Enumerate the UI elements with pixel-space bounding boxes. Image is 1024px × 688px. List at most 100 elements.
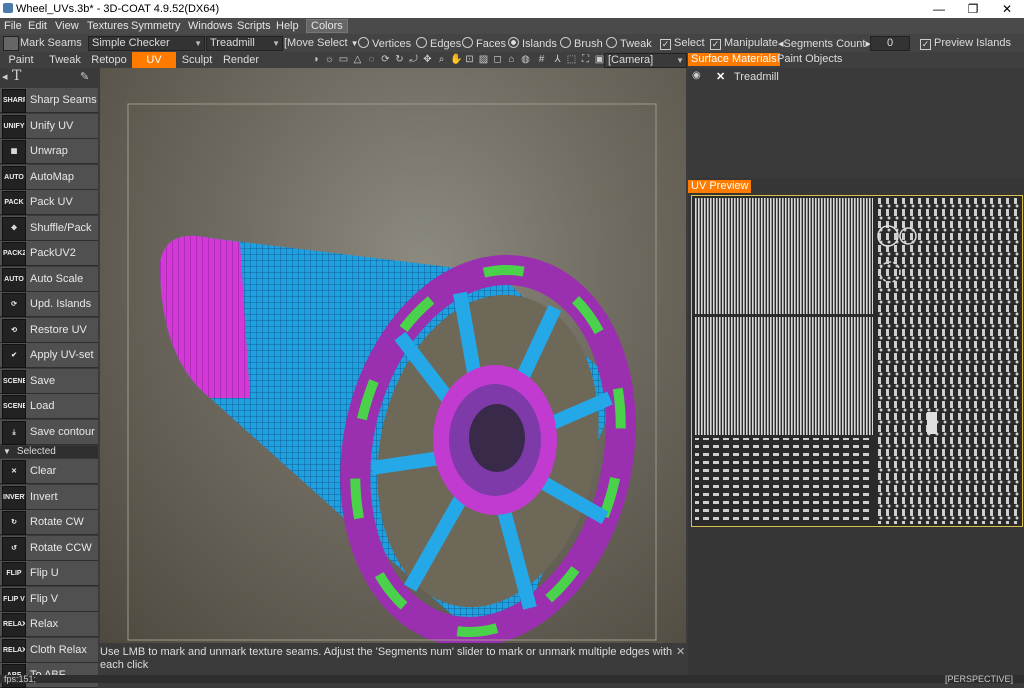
- tab-sculpt[interactable]: Sculpt: [178, 52, 216, 68]
- tool-button-restore-uv[interactable]: ⟲ Restore UV: [0, 317, 98, 343]
- tool-button-unwrap[interactable]: ▦ Unwrap: [0, 139, 98, 164]
- tool-label: Save contour: [30, 425, 95, 438]
- selected-section-header[interactable]: ▼ Selected: [0, 446, 98, 458]
- pan-icon[interactable]: ✋: [450, 54, 462, 65]
- transform-icon[interactable]: ⟳: [380, 54, 391, 65]
- tool-button-apply-uv-set[interactable]: ✔ Apply UV-set: [0, 343, 98, 368]
- tool-button-packuv2[interactable]: PACK2 PackUV2: [0, 241, 98, 266]
- load-icon: SCENE: [2, 395, 26, 419]
- uv-preview-canvas[interactable]: [691, 195, 1023, 527]
- radio-brush[interactable]: Brush: [560, 37, 603, 50]
- tool-button-automap[interactable]: AUTO MAP AutoMap: [0, 164, 98, 190]
- grid-icon[interactable]: #: [536, 54, 547, 65]
- checkbox-select[interactable]: ✓ Select: [660, 37, 705, 50]
- tool-button-save-contour[interactable]: ⤓ Save contour: [0, 419, 98, 445]
- tool-button-flip-u[interactable]: FLIP U Flip U: [0, 561, 98, 586]
- layer-name[interactable]: Treadmill: [734, 71, 779, 83]
- move-icon[interactable]: ✥: [422, 54, 433, 65]
- checker-dropdown[interactable]: Simple Checker ▼: [88, 36, 205, 51]
- camera-dropdown[interactable]: [Camera] ▼: [604, 53, 687, 68]
- menu-view[interactable]: View: [55, 20, 79, 32]
- relax-icon: RELAX: [2, 613, 26, 637]
- tab-render[interactable]: Render: [220, 52, 262, 68]
- checkbox-manipulate[interactable]: ✓ Manipulate: [710, 37, 778, 50]
- cube-icon[interactable]: ◻: [492, 54, 503, 65]
- shading-icon[interactable]: ◑: [310, 54, 321, 65]
- radio-icon: [560, 37, 571, 48]
- uv-preview-tab[interactable]: UV Preview: [688, 180, 752, 193]
- rotate-view-icon[interactable]: ⤾: [408, 54, 419, 65]
- axis-icon[interactable]: ⅄: [552, 54, 563, 65]
- segments-count-input[interactable]: 0: [870, 36, 910, 51]
- fullscreen-icon[interactable]: ⛶: [580, 54, 591, 65]
- 3d-viewport[interactable]: [100, 68, 686, 643]
- tab-retopo[interactable]: Retopo: [88, 52, 130, 68]
- radio-edges[interactable]: Edges: [416, 37, 461, 50]
- radio-islands[interactable]: Islands: [508, 37, 557, 50]
- radio-vertices[interactable]: Vertices: [358, 37, 411, 50]
- tool-button-shuffle-pack[interactable]: ✥ Shuffle/Pack: [0, 215, 98, 241]
- tool-button-rotate-cw[interactable]: ↻ Rotate CW: [0, 510, 98, 535]
- menu-file[interactable]: File: [4, 20, 22, 32]
- tool-button-relax[interactable]: RELAX Relax: [0, 612, 98, 637]
- rotate-icon[interactable]: ↻: [394, 54, 405, 65]
- radio-tweak[interactable]: Tweak: [606, 37, 652, 50]
- tab-uv[interactable]: UV: [132, 52, 176, 68]
- tab-surface-materials[interactable]: Surface Materials: [688, 53, 780, 66]
- check-icon: ✓: [710, 39, 721, 50]
- tool-button-auto-scale[interactable]: AUTO Auto Scale: [0, 266, 98, 292]
- uv-tool-panel: ◂ T ✎ SHARP Sharp Seams UNIFY Unify UV ▦ Unwr…: [0, 68, 98, 688]
- menu-symmetry[interactable]: Symmetry: [131, 20, 181, 32]
- zoom-icon[interactable]: ⌕: [436, 54, 447, 65]
- eye-icon[interactable]: ◉: [692, 70, 701, 81]
- tab-paint-objects[interactable]: Paint Objects: [774, 53, 845, 66]
- sphere-icon[interactable]: ◍: [520, 54, 531, 65]
- tool-button-save[interactable]: SCENE Save: [0, 368, 98, 394]
- tool-button-invert[interactable]: INVERT Invert: [0, 484, 98, 510]
- image-icon[interactable]: ▨: [478, 54, 489, 65]
- check-icon: ✓: [920, 39, 931, 50]
- tab-paint[interactable]: Paint: [0, 52, 42, 68]
- maximize-button[interactable]: ❐: [956, 0, 990, 18]
- tool-label: Sharp Seams: [30, 94, 97, 106]
- tool-button-pack-uv[interactable]: PACK Pack UV: [0, 190, 98, 215]
- tool-button-cloth-relax[interactable]: RELAX Cloth Relax: [0, 637, 98, 663]
- zoom-box-icon[interactable]: ⊡: [464, 54, 475, 65]
- pencil-icon[interactable]: ✎: [80, 70, 89, 83]
- light-icon[interactable]: ☼: [324, 54, 335, 65]
- menu-windows[interactable]: Windows: [188, 20, 233, 32]
- tool-button-upd-islands[interactable]: ⟳ Upd. Islands: [0, 292, 98, 317]
- tool-button-rotate-ccw[interactable]: ↺ Rotate CCW: [0, 535, 98, 561]
- lasso-icon[interactable]: ◌: [366, 54, 377, 65]
- box-icon[interactable]: ⬚: [566, 54, 577, 65]
- home-icon[interactable]: ⌂: [506, 54, 517, 65]
- menu-textures[interactable]: Textures: [87, 20, 129, 32]
- close-button[interactable]: ✕: [990, 0, 1024, 18]
- text-tool-icon[interactable]: T: [12, 68, 21, 84]
- close-hint-icon[interactable]: ✕: [676, 646, 685, 659]
- checkbox-preview-islands[interactable]: ✓ Preview Islands: [920, 37, 1011, 50]
- tool-mark-seams[interactable]: Mark Seams: [20, 37, 82, 49]
- tool-label: Rotate CW: [30, 516, 84, 528]
- frame-icon[interactable]: ▭: [338, 54, 349, 65]
- tool-button-flip-v[interactable]: FLIP V Flip V: [0, 586, 98, 612]
- checkbox-label: Select: [674, 37, 705, 49]
- object-dropdown[interactable]: Treadmill ▼: [206, 36, 283, 51]
- radio-faces[interactable]: Faces: [462, 37, 506, 50]
- menu-scripts[interactable]: Scripts: [237, 20, 271, 32]
- triangle-icon[interactable]: △: [352, 54, 363, 65]
- menu-help[interactable]: Help: [276, 20, 299, 32]
- tool-button-unify-uv[interactable]: UNIFY Unify UV: [0, 113, 98, 139]
- tool-button-sharp-seams[interactable]: SHARP Sharp Seams: [0, 88, 98, 113]
- collapse-left-icon[interactable]: ◂: [2, 70, 8, 83]
- minimize-button[interactable]: —: [922, 0, 956, 18]
- tool-button-clear[interactable]: ✕ Clear: [0, 459, 98, 484]
- tab-tweak[interactable]: Tweak: [44, 52, 86, 68]
- move-select-dropdown[interactable]: [Move Select ▼: [284, 37, 359, 49]
- menu-edit[interactable]: Edit: [28, 20, 47, 32]
- menu-colors[interactable]: Colors: [306, 19, 348, 33]
- selected-header-label: Selected: [16, 446, 56, 457]
- packuv2-icon: PACK2: [2, 242, 26, 266]
- layer-x-icon[interactable]: ✕: [716, 70, 725, 83]
- tool-button-load[interactable]: SCENE Load: [0, 394, 98, 419]
